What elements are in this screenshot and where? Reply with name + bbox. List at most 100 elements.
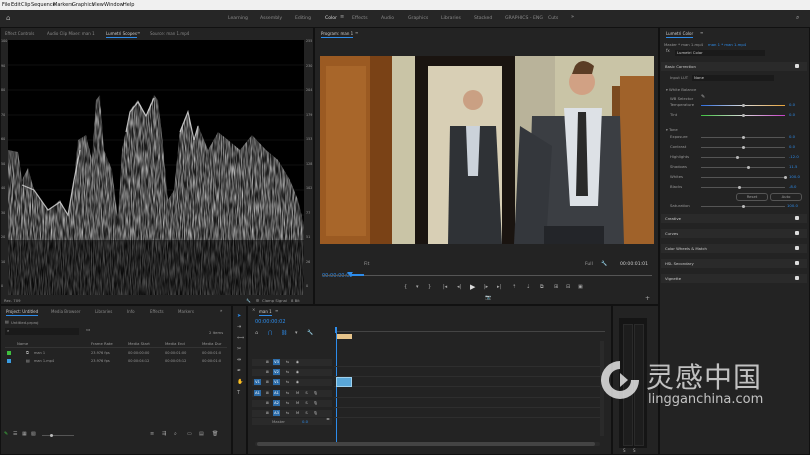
project-row[interactable]: ⧉ man 1 23.976 fps 00:00:00:00 00:00:01:00 00…: [5, 350, 227, 357]
track-target-label[interactable]: V1: [273, 379, 280, 385]
menu-markers[interactable]: Markers: [53, 2, 73, 8]
label-color-swatch[interactable]: [7, 351, 11, 355]
step-forward-icon[interactable]: |▸: [484, 285, 488, 290]
pen-tool-icon[interactable]: ✒: [237, 369, 241, 374]
write-protect-icon[interactable]: ✎: [4, 432, 8, 437]
sync-lock-icon[interactable]: ⇆: [284, 379, 291, 385]
lumetri-slider-knob[interactable]: [783, 176, 787, 179]
menu-sequence[interactable]: Sequence: [31, 2, 56, 8]
source-patch-video[interactable]: V1: [254, 379, 261, 385]
close-icon[interactable]: ×: [252, 308, 255, 312]
zoom-level-select[interactable]: Fit: [364, 262, 369, 268]
tab-project[interactable]: Project: Untitled: [6, 309, 39, 316]
timeline-settings-icon[interactable]: 🔧: [307, 331, 313, 336]
lumetri-section-checkbox[interactable]: [795, 231, 799, 235]
tab-info[interactable]: Info: [127, 309, 135, 314]
auto-button[interactable]: Auto: [770, 193, 802, 201]
workspace-graphics[interactable]: Graphics: [408, 16, 428, 21]
playback-resolution-select[interactable]: Full: [585, 262, 593, 268]
solo-right-icon[interactable]: S: [633, 449, 636, 453]
lumetri-section-checkbox[interactable]: [795, 246, 799, 250]
input-lut-select[interactable]: None: [692, 75, 774, 81]
overwrite-icon[interactable]: ⊟: [566, 285, 570, 290]
tab-program[interactable]: Program: man 1: [321, 31, 354, 38]
effect-select[interactable]: Lumetri Color: [675, 50, 765, 56]
workspace-menu-icon[interactable]: ≡: [340, 15, 344, 20]
solo-button[interactable]: S: [303, 400, 310, 406]
go-to-in-icon[interactable]: |◂: [443, 285, 447, 290]
tab-effects[interactable]: Effects: [150, 309, 164, 314]
lumetri-value-exposure[interactable]: 0.0: [789, 135, 795, 139]
microphone-icon[interactable]: 🎙: [312, 390, 319, 396]
panel-menu-icon[interactable]: ≡: [355, 31, 358, 35]
home-icon[interactable]: ⌂: [6, 15, 10, 22]
timeline-ruler[interactable]: [335, 327, 605, 333]
menu-view[interactable]: View: [92, 2, 104, 8]
workspace-learning[interactable]: Learning: [228, 16, 248, 21]
lock-icon[interactable]: ⊠: [264, 410, 271, 416]
toggle-output-eye-icon[interactable]: ◉: [294, 359, 301, 365]
reset-button[interactable]: Reset: [736, 193, 768, 201]
lumetri-value-saturation[interactable]: 100.0: [787, 204, 798, 208]
track-target-label[interactable]: V3: [273, 359, 280, 365]
workspace-editing[interactable]: Editing: [295, 16, 311, 21]
lumetri-slider-knob[interactable]: [746, 166, 750, 169]
lock-icon[interactable]: ⊠: [264, 390, 271, 396]
master-clip-path[interactable]: Master * man 1.mp4: [664, 43, 703, 47]
automate-to-sequence-icon[interactable]: ⇶: [162, 432, 166, 437]
insert-icon[interactable]: ⊞: [554, 285, 558, 290]
list-view-icon[interactable]: ☰: [13, 432, 17, 437]
new-item-icon[interactable]: ▤: [199, 432, 204, 437]
sync-lock-icon[interactable]: ⇆: [284, 390, 291, 396]
zoom-slider-knob[interactable]: [50, 434, 53, 437]
timeline-hscroll[interactable]: [255, 442, 600, 446]
mute-button[interactable]: M: [294, 400, 301, 406]
microphone-icon[interactable]: 🎙: [312, 410, 319, 416]
col-frame-rate[interactable]: Frame Rate: [91, 342, 113, 346]
microphone-icon[interactable]: 🎙: [312, 400, 319, 406]
menu-help[interactable]: Help: [123, 2, 134, 8]
timeline-timecode[interactable]: 00:00:00:02: [255, 319, 286, 325]
mute-button[interactable]: M: [294, 390, 301, 396]
add-marker-icon[interactable]: ▾: [416, 285, 419, 290]
workspace-assembly[interactable]: Assembly: [260, 16, 282, 21]
sync-lock-icon[interactable]: ⇆: [284, 369, 291, 375]
tab-lumetri-color[interactable]: Lumetri Color: [666, 31, 694, 38]
more-workspaces-icon[interactable]: »: [571, 15, 574, 20]
selection-tool-icon[interactable]: ➤: [237, 314, 241, 319]
workspace-effects[interactable]: Effects: [352, 16, 368, 21]
menu-edit[interactable]: Edit: [11, 2, 21, 8]
active-clip-path[interactable]: man 1 * man 1.mp4: [708, 43, 746, 47]
razor-tool-icon[interactable]: ✂: [237, 347, 241, 352]
solo-button[interactable]: S: [303, 410, 310, 416]
lumetri-section-checkbox[interactable]: [795, 261, 799, 265]
workspace-audio[interactable]: Audio: [381, 16, 394, 21]
workspace-stacked[interactable]: Stacked: [474, 16, 492, 21]
lumetri-value-highlights[interactable]: -12.0: [789, 155, 799, 159]
find-icon[interactable]: ⌕: [174, 432, 177, 437]
tab-source[interactable]: Source: man 1.mp4: [150, 31, 189, 36]
hand-tool-icon[interactable]: ✋: [237, 380, 243, 385]
workspace-graphics-eng[interactable]: GRAPHICS - ENG: [505, 16, 543, 21]
panel-menu-icon[interactable]: ≡: [700, 31, 703, 35]
export-frame-icon[interactable]: 📷: [485, 296, 491, 301]
mute-button[interactable]: M: [294, 410, 301, 416]
sort-icon[interactable]: ≡: [150, 432, 154, 437]
tab-markers[interactable]: Markers: [178, 309, 194, 314]
menu-window[interactable]: Window: [104, 2, 124, 8]
lumetri-value-whites[interactable]: 100.0: [789, 175, 800, 179]
lumetri-value-blacks[interactable]: -8.0: [789, 185, 796, 189]
tab-lumetri-scopes[interactable]: Lumetri Scopes: [106, 31, 137, 38]
step-back-icon[interactable]: ◂|: [457, 285, 461, 290]
program-scrubber[interactable]: [322, 271, 652, 279]
sync-lock-icon[interactable]: ⇆: [284, 410, 291, 416]
icon-view-icon[interactable]: ▦: [22, 432, 27, 437]
col-media-duration[interactable]: Media Dur: [202, 342, 222, 346]
slip-tool-icon[interactable]: ⇹: [237, 358, 241, 363]
linked-selection-icon[interactable]: ⛓: [281, 331, 287, 336]
lumetri-slider-knob[interactable]: [741, 146, 745, 149]
lumetri-slider-knob[interactable]: [741, 114, 745, 117]
lumetri-slider-knob[interactable]: [741, 205, 745, 208]
lumetri-slider-knob[interactable]: [741, 104, 745, 107]
col-name[interactable]: Name: [17, 342, 28, 346]
